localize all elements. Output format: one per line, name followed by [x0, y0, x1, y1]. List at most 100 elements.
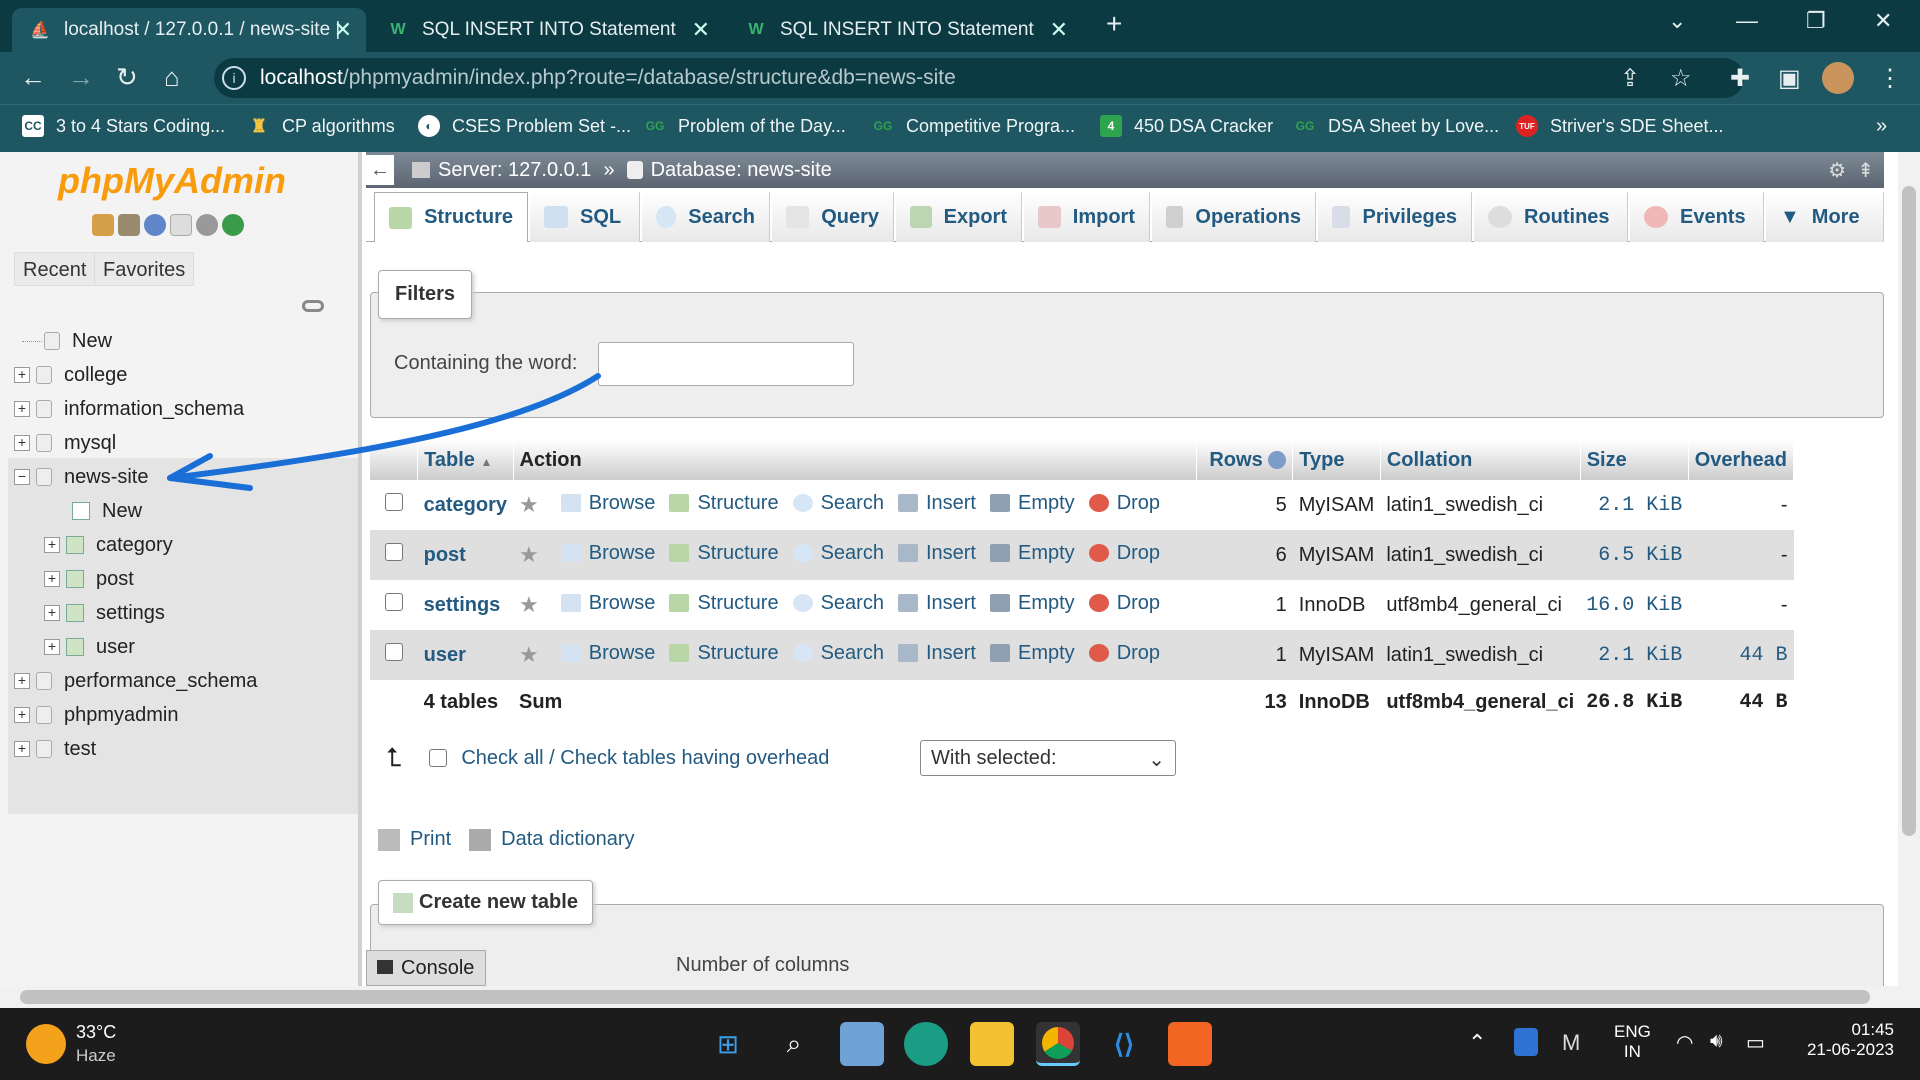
drop-action[interactable]: Drop [1088, 542, 1160, 565]
insert-action[interactable]: Insert [897, 492, 976, 515]
structure-action[interactable]: Structure [669, 592, 779, 615]
expand-icon[interactable]: + [44, 605, 60, 621]
tab-routines[interactable]: Routines [1474, 192, 1628, 242]
structure-action[interactable]: Structure [669, 542, 779, 565]
windows-start-icon[interactable]: ⊞ [706, 1022, 750, 1066]
volume-icon[interactable]: 🔊︎ [1710, 1030, 1723, 1053]
header-overhead[interactable]: Overhead [1688, 440, 1795, 480]
check-all-checkbox[interactable] [429, 749, 448, 767]
breadcrumb-server[interactable]: Server: 127.0.0.1 [438, 159, 591, 182]
reload-navigation-icon[interactable] [222, 214, 244, 236]
tab-operations[interactable]: Operations [1152, 192, 1316, 242]
address-bar[interactable]: i localhost/phpmyadmin/index.php?route=/… [214, 58, 1744, 98]
collapse-icon[interactable]: − [14, 469, 30, 485]
settings-gear-icon[interactable] [196, 214, 218, 236]
side-panel-icon[interactable]: ▣ [1778, 64, 1801, 93]
home-icon[interactable]: ⌂ [164, 62, 180, 93]
print-link[interactable]: Print [410, 828, 451, 851]
help-icon[interactable] [144, 214, 166, 236]
with-selected-select[interactable]: With selected: ⌄ [920, 740, 1176, 776]
bookmark-item[interactable]: ♜ CP algorithms [248, 115, 395, 137]
expand-icon[interactable]: + [14, 367, 30, 383]
row-checkbox[interactable] [384, 543, 403, 561]
size-link[interactable]: 2.1 KiB [1598, 494, 1682, 517]
battery-icon[interactable]: ▭ [1746, 1030, 1765, 1055]
tree-db-mysql[interactable]: + mysql [14, 428, 116, 458]
expand-icon[interactable]: + [14, 707, 30, 723]
browse-action[interactable]: Browse [560, 642, 655, 665]
breadcrumb-database[interactable]: Database: news-site [651, 159, 832, 182]
tab-query[interactable]: Query [772, 192, 894, 242]
expand-icon[interactable]: + [14, 741, 30, 757]
browser-tab-phpmyadmin[interactable]: ⛵ localhost / 127.0.0.1 / news-site | ✕ [12, 8, 366, 52]
structure-action[interactable]: Structure [669, 642, 779, 665]
tree-table-settings[interactable]: + settings [44, 598, 165, 628]
tab-events[interactable]: Events [1630, 192, 1764, 242]
tab-more[interactable]: ▼ More [1766, 192, 1884, 242]
header-rows[interactable]: Rows [1196, 440, 1294, 480]
scroll-thumb[interactable] [20, 990, 1870, 1004]
logout-icon[interactable] [118, 214, 140, 236]
language-indicator[interactable]: ENG IN [1614, 1022, 1651, 1062]
check-all-link[interactable]: Check all / Check tables having overhead [461, 747, 829, 770]
tab-import[interactable]: Import [1024, 192, 1150, 242]
vscode-icon[interactable]: ⟨⟩ [1102, 1022, 1146, 1066]
show-hidden-icons[interactable]: ⌃ [1468, 1030, 1486, 1056]
tab-search[interactable]: Search [642, 192, 770, 242]
horizontal-scrollbar[interactable] [0, 986, 1920, 1008]
bookmark-item[interactable]: 4 450 DSA Cracker [1100, 115, 1273, 137]
tab-export[interactable]: Export [896, 192, 1022, 242]
extensions-icon[interactable]: ✚ [1730, 64, 1750, 93]
drop-action[interactable]: Drop [1088, 592, 1160, 615]
empty-action[interactable]: Empty [990, 542, 1075, 565]
console-toggle[interactable]: Console [366, 950, 486, 986]
profile-avatar[interactable] [1822, 62, 1854, 94]
bookmark-item[interactable]: TUF Striver's SDE Sheet... [1516, 115, 1724, 137]
chrome-icon[interactable] [1036, 1022, 1080, 1066]
xampp-icon[interactable] [1168, 1022, 1212, 1066]
phpmyadmin-logo[interactable]: phpMyAdmin [58, 160, 286, 202]
bookmark-item[interactable]: GG Problem of the Day... [644, 115, 846, 137]
recent-tab[interactable]: Recent [14, 252, 96, 286]
bookmark-item[interactable]: GG DSA Sheet by Love... [1294, 115, 1499, 137]
bookmark-item[interactable]: GG Competitive Progra... [872, 115, 1075, 137]
tree-db-performance-schema[interactable]: + performance_schema [14, 666, 257, 696]
browse-action[interactable]: Browse [560, 542, 655, 565]
favorite-star-icon[interactable]: ★ [519, 642, 539, 667]
filter-input[interactable] [598, 342, 854, 386]
collapse-top-icon[interactable]: ⇞ [1857, 158, 1874, 183]
close-window-icon[interactable]: ✕ [1874, 8, 1892, 34]
collapse-nav-icon[interactable]: ← [366, 155, 394, 185]
insert-action[interactable]: Insert [897, 542, 976, 565]
close-tab-icon[interactable]: ✕ [1050, 17, 1068, 43]
minimize-icon[interactable]: — [1736, 8, 1758, 34]
expand-icon[interactable]: + [14, 673, 30, 689]
tree-db-news-site[interactable]: − news-site [14, 462, 148, 492]
search-action[interactable]: Search [792, 592, 884, 615]
table-name-link[interactable]: post [424, 544, 466, 566]
insert-action[interactable]: Insert [897, 642, 976, 665]
size-link[interactable]: 6.5 KiB [1598, 544, 1682, 567]
size-link[interactable]: 16.0 KiB [1586, 594, 1682, 617]
tree-table-user[interactable]: + user [44, 632, 135, 662]
home-icon[interactable] [92, 214, 114, 236]
site-info-icon[interactable]: i [222, 66, 246, 90]
expand-icon[interactable]: + [14, 401, 30, 417]
forward-icon[interactable]: → [68, 62, 94, 93]
search-icon[interactable]: ⌕ [772, 1022, 816, 1066]
structure-action[interactable]: Structure [669, 492, 779, 515]
empty-action[interactable]: Empty [990, 592, 1075, 615]
header-collation[interactable]: Collation [1380, 440, 1581, 480]
bookmark-item[interactable]: CC 3 to 4 Stars Coding... [22, 115, 225, 137]
empty-action[interactable]: Empty [990, 642, 1075, 665]
tree-table-category[interactable]: + category [44, 530, 173, 560]
browser-tab-sql-insert-1[interactable]: W SQL INSERT INTO Statement ✕ [370, 8, 724, 52]
back-icon[interactable]: ← [20, 62, 46, 93]
search-action[interactable]: Search [792, 642, 884, 665]
header-type[interactable]: Type [1292, 440, 1381, 480]
tab-structure[interactable]: Structure [374, 192, 528, 242]
header-size[interactable]: Size [1580, 440, 1689, 480]
tree-db-phpmyadmin[interactable]: + phpmyadmin [14, 700, 179, 730]
expand-icon[interactable]: + [14, 435, 30, 451]
share-icon[interactable]: ⇪ [1620, 64, 1640, 93]
